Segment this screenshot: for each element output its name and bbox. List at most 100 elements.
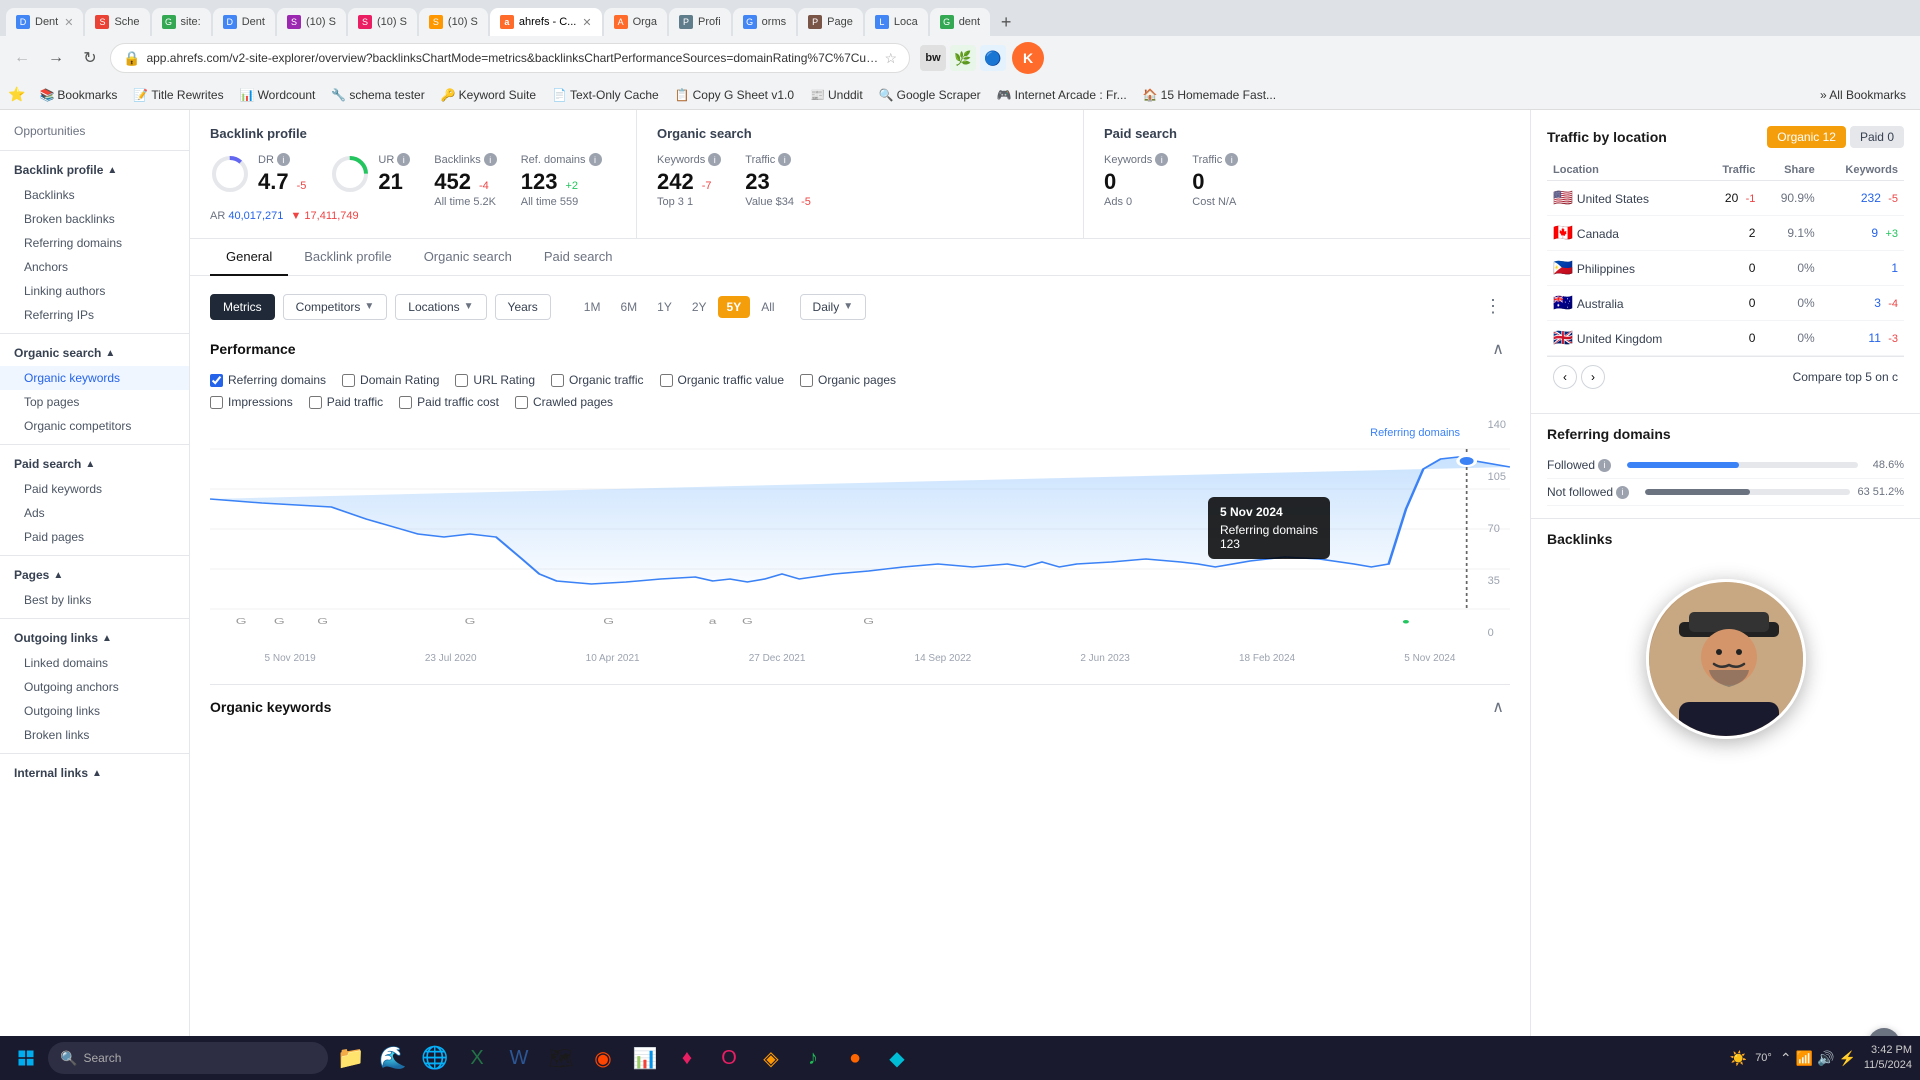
sidebar-section-header-outgoing[interactable]: Outgoing links ▲ — [0, 625, 189, 651]
taskbar-app1[interactable]: ◉ — [585, 1040, 621, 1076]
user-avatar[interactable]: K — [1012, 42, 1044, 74]
backlinks-info[interactable]: i — [484, 153, 497, 166]
paid-kw-info[interactable]: i — [1155, 153, 1168, 166]
taskbar-time[interactable]: 3:42 PM 11/5/2024 — [1864, 1043, 1912, 1074]
traffic-tab-paid[interactable]: Paid 0 — [1850, 126, 1904, 148]
time-1y[interactable]: 1Y — [648, 296, 681, 318]
tab-11[interactable]: Gorms — [733, 8, 796, 36]
period-button[interactable]: Daily ▼ — [800, 294, 867, 320]
tab-2[interactable]: SSche — [85, 8, 149, 36]
bookmark-bookmarks[interactable]: 📚 Bookmarks — [33, 86, 123, 104]
taskbar-app6[interactable]: ◆ — [879, 1040, 915, 1076]
paid-traffic-cost-checkbox[interactable] — [399, 396, 412, 409]
tab-3[interactable]: Gsite: — [152, 8, 211, 36]
locations-button[interactable]: Locations ▼ — [395, 294, 486, 320]
ext-3[interactable]: 🔵 — [980, 45, 1006, 71]
taskbar-search[interactable]: 🔍 Search — [48, 1042, 328, 1074]
time-6m[interactable]: 6M — [611, 296, 646, 318]
dr-info[interactable]: i — [277, 153, 290, 166]
organic-pages-checkbox[interactable] — [800, 374, 813, 387]
speaker-icon[interactable]: 🔊 — [1817, 1050, 1834, 1067]
bookmark-copy-gsheet[interactable]: 📋 Copy G Sheet v1.0 — [669, 86, 800, 104]
organic-traffic-value-checkbox[interactable] — [660, 374, 673, 387]
sidebar-item-broken-links[interactable]: Broken links — [0, 723, 189, 747]
bookmark-homemade[interactable]: 🏠 15 Homemade Fast... — [1137, 86, 1282, 104]
tab-backlink-profile[interactable]: Backlink profile — [288, 239, 407, 276]
checkbox-referring-domains[interactable]: Referring domains — [210, 373, 326, 387]
tab-paid-search[interactable]: Paid search — [528, 239, 629, 276]
bookmark-scraper[interactable]: 🔍 Google Scraper — [873, 86, 987, 104]
bw-ext[interactable]: bw — [920, 45, 946, 71]
tab-general[interactable]: General — [210, 239, 288, 276]
sidebar-item-best-by-links[interactable]: Best by links — [0, 588, 189, 612]
sidebar-item-broken-backlinks[interactable]: Broken backlinks — [0, 207, 189, 231]
network-icon[interactable]: 📶 — [1796, 1050, 1813, 1067]
bookmark-title-rewrites[interactable]: 📝 Title Rewrites — [127, 86, 229, 104]
sidebar-section-header-organic[interactable]: Organic search ▲ — [0, 340, 189, 366]
taskbar-chrome[interactable]: 🌐 — [417, 1040, 453, 1076]
taskbar-spotify[interactable]: ♪ — [795, 1040, 831, 1076]
sidebar-opportunities[interactable]: Opportunities — [0, 118, 189, 144]
checkbox-url-rating[interactable]: URL Rating — [455, 373, 535, 387]
sidebar-item-anchors[interactable]: Anchors — [0, 255, 189, 279]
compare-prev[interactable]: ‹ — [1553, 365, 1577, 389]
not-followed-info[interactable]: i — [1616, 486, 1629, 499]
tab-7[interactable]: S(10) S — [419, 8, 488, 36]
tab-1[interactable]: DDent✕ — [6, 8, 83, 36]
taskbar-file-explorer[interactable]: 📁 — [333, 1040, 369, 1076]
sidebar-item-backlinks[interactable]: Backlinks — [0, 183, 189, 207]
bookmark-keyword-suite[interactable]: 🔑 Keyword Suite — [435, 86, 542, 104]
sidebar-item-ads[interactable]: Ads — [0, 501, 189, 525]
tab-14[interactable]: Gdent — [930, 8, 990, 36]
taskbar-word[interactable]: W — [501, 1040, 537, 1076]
tab-6[interactable]: S(10) S — [348, 8, 417, 36]
sidebar-section-header-paid[interactable]: Paid search ▲ — [0, 451, 189, 477]
org-traffic-info[interactable]: i — [778, 153, 791, 166]
time-all[interactable]: All — [752, 296, 783, 318]
paid-traffic-info[interactable]: i — [1225, 153, 1238, 166]
sidebar-item-outgoing-anchors[interactable]: Outgoing anchors — [0, 675, 189, 699]
crawled-pages-checkbox[interactable] — [515, 396, 528, 409]
tab-organic-search[interactable]: Organic search — [408, 239, 528, 276]
traffic-tab-organic[interactable]: Organic 12 — [1767, 126, 1846, 148]
taskbar-app3[interactable]: ♦ — [669, 1040, 705, 1076]
taskbar-maps[interactable]: 🗺 — [543, 1040, 579, 1076]
url-rating-checkbox[interactable] — [455, 374, 468, 387]
checkbox-impressions[interactable]: Impressions — [210, 395, 293, 409]
competitors-button[interactable]: Competitors ▼ — [283, 294, 388, 320]
checkbox-organic-traffic[interactable]: Organic traffic — [551, 373, 643, 387]
followed-info[interactable]: i — [1598, 459, 1611, 472]
sidebar-section-header-backlink[interactable]: Backlink profile ▲ — [0, 157, 189, 183]
sidebar-item-outgoing-links[interactable]: Outgoing links — [0, 699, 189, 723]
taskbar-app4[interactable]: ◈ — [753, 1040, 789, 1076]
checkbox-paid-traffic[interactable]: Paid traffic — [309, 395, 383, 409]
organic-collapse[interactable]: ∧ — [1486, 695, 1510, 719]
bookmark-unddit[interactable]: 📰 Unddit — [804, 86, 869, 104]
bookmark-text-cache[interactable]: 📄 Text-Only Cache — [546, 86, 665, 104]
sidebar-item-referring-ips[interactable]: Referring IPs — [0, 303, 189, 327]
chevron-up-icon[interactable]: ⌃ — [1780, 1050, 1792, 1067]
years-button[interactable]: Years — [495, 294, 551, 320]
sidebar-item-top-pages[interactable]: Top pages — [0, 390, 189, 414]
ur-info[interactable]: i — [397, 153, 410, 166]
sidebar-item-paid-keywords[interactable]: Paid keywords — [0, 477, 189, 501]
checkbox-organic-traffic-value[interactable]: Organic traffic value — [660, 373, 785, 387]
tab-9[interactable]: AOrga — [604, 8, 667, 36]
time-1m[interactable]: 1M — [575, 296, 610, 318]
time-5y[interactable]: 5Y — [718, 296, 751, 318]
tab-4[interactable]: DDent — [213, 8, 275, 36]
sidebar-section-header-pages[interactable]: Pages ▲ — [0, 562, 189, 588]
organic-traffic-checkbox[interactable] — [551, 374, 564, 387]
tab-10[interactable]: PProfi — [669, 8, 731, 36]
bookmark-wordcount[interactable]: 📊 Wordcount — [234, 86, 322, 104]
ahrefs-ext[interactable]: 🌿 — [950, 45, 976, 71]
domain-rating-checkbox[interactable] — [342, 374, 355, 387]
compare-next[interactable]: › — [1581, 365, 1605, 389]
tab-active[interactable]: aahrefs - C...✕ — [490, 8, 602, 36]
forward-button[interactable]: → — [42, 44, 70, 72]
metrics-button[interactable]: Metrics — [210, 294, 275, 320]
performance-collapse[interactable]: ∧ — [1486, 337, 1510, 361]
bookmark-arcade[interactable]: 🎮 Internet Arcade : Fr... — [991, 86, 1133, 104]
bookmark-schema[interactable]: 🔧 schema tester — [325, 86, 430, 104]
ar-value[interactable]: 40,017,271 — [228, 210, 283, 222]
